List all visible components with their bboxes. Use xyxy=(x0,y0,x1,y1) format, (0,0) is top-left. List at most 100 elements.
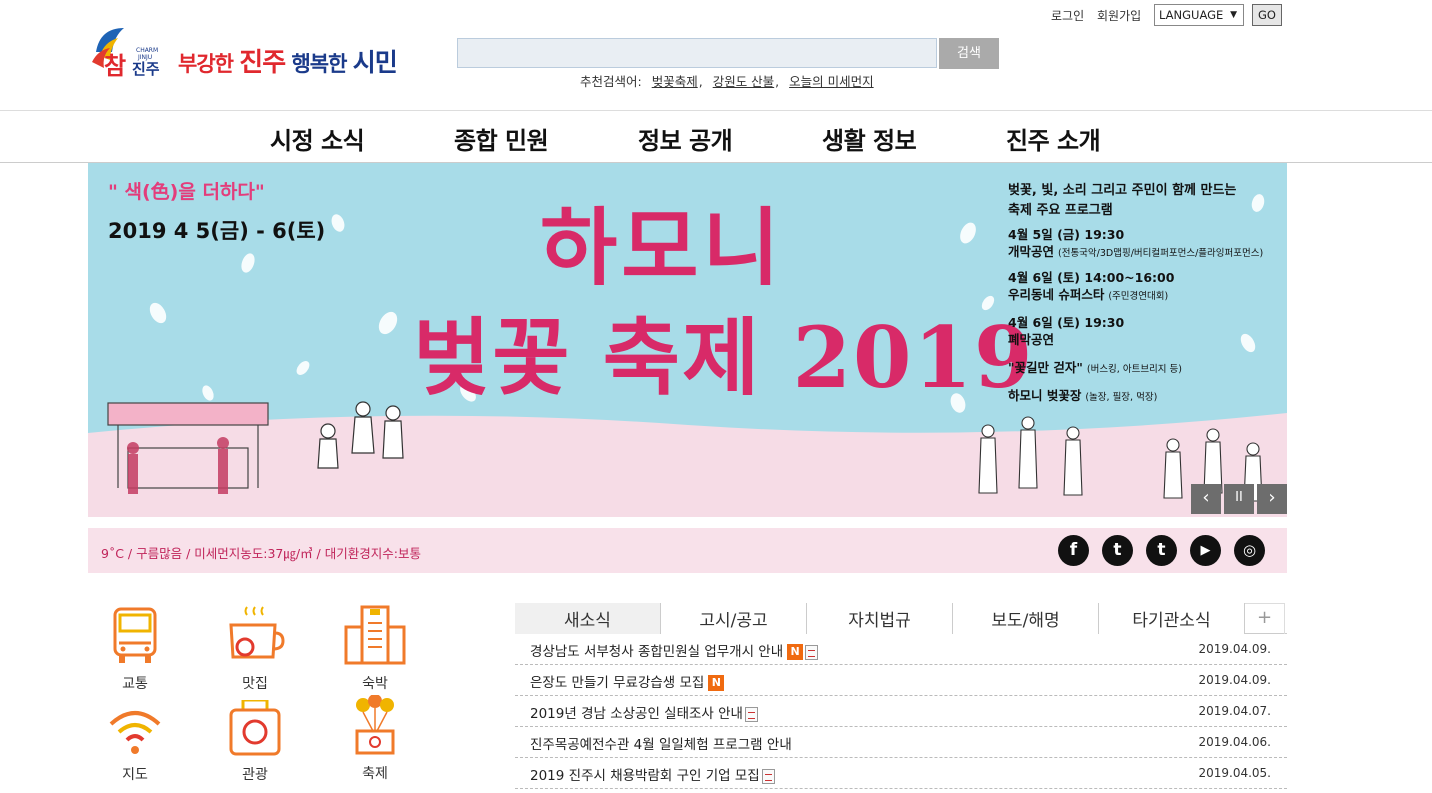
program-name: "꽃길만 걷자" xyxy=(1008,360,1083,375)
slogan-part3: 행복한 xyxy=(291,52,347,76)
tab-notice[interactable]: 고시/공고 xyxy=(661,603,807,634)
program-note: (놀장, 필장, 먹장) xyxy=(1085,392,1158,403)
banner-prev-button[interactable]: ‹ xyxy=(1191,484,1221,514)
nav-item-city-news[interactable]: 시정 소식 xyxy=(270,121,365,156)
quick-link-label: 숙박 xyxy=(362,676,388,692)
banner-program-heading: 벚꽃, 빛, 소리 그리고 주민이 함께 만드는 축제 주요 프로그램 xyxy=(1008,181,1236,221)
instagram-icon[interactable]: ◎ xyxy=(1234,535,1265,566)
twitter-icon[interactable]: t xyxy=(1102,535,1133,566)
food-bowl-icon xyxy=(229,606,285,659)
program-item: "꽃길만 걷자" (버스킹, 아트브리지 등) xyxy=(1008,359,1182,378)
hero-banner[interactable]: " 색(色)을 더하다" 2019 4 5(금) - 6(토) 하모니 벚꽃 축… xyxy=(88,163,1287,517)
site-slogan: 부강한 진주 행복한 시민 xyxy=(178,42,398,79)
svg-text:CHARM: CHARM xyxy=(136,47,158,54)
recommended-keywords: 추천검색어: 벚꽃축제, 강원도 산불, 오늘의 미세먼지 xyxy=(580,74,874,89)
quick-link-food[interactable]: 맛집 xyxy=(205,603,305,693)
program-item: 4월 5일 (금) 19:30 개막공연 (전통국악/3D맵핑/버티컬퍼포먼스/… xyxy=(1008,226,1263,262)
news-item-title: 진주목공예전수관 4월 일일체험 프로그램 안내 xyxy=(530,737,792,753)
news-item-title-wrap: 2019 진주시 채용박람회 구인 기업 모집 xyxy=(530,764,775,784)
pdf-file-icon xyxy=(761,768,775,784)
main-nav: 시정 소식 종합 민원 정보 공개 생활 정보 진주 소개 xyxy=(0,111,1432,163)
banner-quote: " 색(色)을 더하다" xyxy=(108,181,265,203)
news-item-title: 은장도 만들기 무료강습생 모집 xyxy=(530,675,705,691)
news-item-date: 2019.04.06. xyxy=(1198,735,1271,749)
recommend-keyword[interactable]: 강원도 산불 xyxy=(713,74,774,89)
site-header: 참 진주 CHARM JINJU 부강한 진주 행복한 시민 검색 추천검색어:… xyxy=(0,0,1432,111)
wifi-signal-icon xyxy=(109,711,161,754)
program-item: 4월 6일 (토) 14:00~16:00 우리동네 슈퍼스타 (주민경연대회) xyxy=(1008,269,1174,305)
quick-link-festival[interactable]: 축제 xyxy=(325,695,425,783)
camera-icon xyxy=(229,700,281,756)
weather-info-text: 9˚C / 구름많음 / 미세먼지농도:37㎍/㎥ / 대기환경지수:보통 xyxy=(101,546,421,561)
jinju-logo-icon: 참 진주 CHARM JINJU xyxy=(92,28,160,80)
program-note: (전통국악/3D맵핑/버티컬퍼포먼스/플라잉퍼포먼스) xyxy=(1058,248,1264,259)
search-input[interactable] xyxy=(457,38,937,68)
news-list-item[interactable]: 은장도 만들기 무료강습생 모집 N 2019.04.09. xyxy=(515,665,1287,696)
language-go-button[interactable]: GO xyxy=(1252,4,1282,26)
news-item-date: 2019.04.07. xyxy=(1198,704,1271,718)
slogan-part4: 시민 xyxy=(352,48,398,77)
program-heading-line1: 벚꽃, 빛, 소리 그리고 주민이 함께 만드는 xyxy=(1008,183,1237,198)
bus-icon xyxy=(113,607,157,663)
tab-ordinance[interactable]: 자치법규 xyxy=(807,603,953,634)
quick-link-label: 지도 xyxy=(122,767,148,783)
news-list-item[interactable]: 2019 진주시 채용박람회 구인 기업 모집 2019.04.05. xyxy=(515,758,1287,789)
news-item-title-wrap: 2019년 경남 소상공인 실태조사 안내 xyxy=(530,702,758,722)
program-note: (버스킹, 아트브리지 등) xyxy=(1086,364,1183,375)
quick-link-map[interactable]: 지도 xyxy=(85,700,185,784)
attachment-file-icon xyxy=(744,706,758,722)
news-list-item[interactable]: 2019년 경남 소상공인 실태조사 안내 2019.04.07. xyxy=(515,696,1287,727)
tab-other-agency[interactable]: 타기관소식 xyxy=(1099,603,1245,634)
recommend-keyword[interactable]: 벚꽃축제 xyxy=(652,74,698,89)
new-badge-icon: N xyxy=(787,644,804,660)
balloon-gift-icon xyxy=(355,695,395,755)
program-name: 개막공연 xyxy=(1008,244,1055,259)
program-time: 4월 5일 (금) 19:30 xyxy=(1008,227,1125,242)
tab-press[interactable]: 보도/해명 xyxy=(953,603,1099,634)
program-name: 우리동네 슈퍼스타 xyxy=(1008,287,1105,302)
new-badge-icon: N xyxy=(708,675,725,691)
attachment-file-icon xyxy=(805,644,819,660)
svg-text:JINJU: JINJU xyxy=(137,54,152,61)
tab-news[interactable]: 새소식 xyxy=(515,603,661,634)
nav-item-information[interactable]: 정보 공개 xyxy=(638,121,733,156)
banner-next-button[interactable]: › xyxy=(1257,484,1287,514)
program-time: 4월 6일 (토) 19:30 xyxy=(1008,315,1125,330)
quick-link-lodging[interactable]: 숙박 xyxy=(325,603,425,693)
program-item: 4월 6일 (토) 19:30 폐막공연 xyxy=(1008,314,1124,348)
weather-info-bar: 9˚C / 구름많음 / 미세먼지농도:37㎍/㎥ / 대기환경지수:보통 f … xyxy=(88,528,1287,573)
program-heading-line2: 축제 주요 프로그램 xyxy=(1008,203,1113,218)
language-select-value: LANGUAGE xyxy=(1159,8,1224,22)
more-plus-icon[interactable]: + xyxy=(1245,603,1285,634)
nav-item-civil-service[interactable]: 종합 민원 xyxy=(454,121,549,156)
tumblr-icon[interactable]: t xyxy=(1146,535,1177,566)
quick-link-traffic[interactable]: 교통 xyxy=(85,603,185,693)
youtube-icon[interactable]: ▶ xyxy=(1190,535,1221,566)
slogan-part2: 진주 xyxy=(239,48,286,78)
nav-item-living-info[interactable]: 생활 정보 xyxy=(822,121,917,156)
banner-pause-button[interactable]: II xyxy=(1224,484,1254,514)
news-list-item[interactable]: 진주목공예전수관 4월 일일체험 프로그램 안내 2019.04.06. xyxy=(515,727,1287,758)
quick-link-tour[interactable]: 관광 xyxy=(205,700,305,784)
hotel-building-icon xyxy=(344,605,406,665)
nav-item-about-jinju[interactable]: 진주 소개 xyxy=(1006,121,1101,156)
news-item-date: 2019.04.09. xyxy=(1198,642,1271,656)
site-logo[interactable]: 참 진주 CHARM JINJU 부강한 진주 행복한 시민 xyxy=(90,20,410,82)
news-board: 새소식 고시/공고 자치법규 보도/해명 타기관소식 + 경상남도 서부청사 종… xyxy=(515,603,1287,793)
login-link[interactable]: 로그인 xyxy=(1051,7,1084,24)
facebook-icon[interactable]: f xyxy=(1058,535,1089,566)
search-button[interactable]: 검색 xyxy=(939,38,999,69)
news-item-title-wrap: 은장도 만들기 무료강습생 모집 N xyxy=(530,671,725,691)
news-list-item[interactable]: 경상남도 서부청사 종합민원실 업무개시 안내 N 2019.04.09. xyxy=(515,634,1287,665)
join-link[interactable]: 회원가입 xyxy=(1097,7,1141,24)
language-select[interactable]: LANGUAGE ▼ xyxy=(1154,4,1244,26)
program-name: 폐막공연 xyxy=(1008,332,1055,347)
quick-link-label: 맛집 xyxy=(242,676,268,692)
banner-title-line2: 벚꽃 축제 2019 xyxy=(413,308,1035,407)
recommend-keyword[interactable]: 오늘의 미세먼지 xyxy=(789,74,873,89)
news-item-date: 2019.04.05. xyxy=(1198,766,1271,780)
svg-text:참: 참 xyxy=(104,52,126,80)
quick-link-label: 관광 xyxy=(242,767,268,783)
program-item: 하모니 벚꽃장 (놀장, 필장, 먹장) xyxy=(1008,387,1157,406)
program-time: 4월 6일 (토) 14:00~16:00 xyxy=(1008,270,1175,285)
